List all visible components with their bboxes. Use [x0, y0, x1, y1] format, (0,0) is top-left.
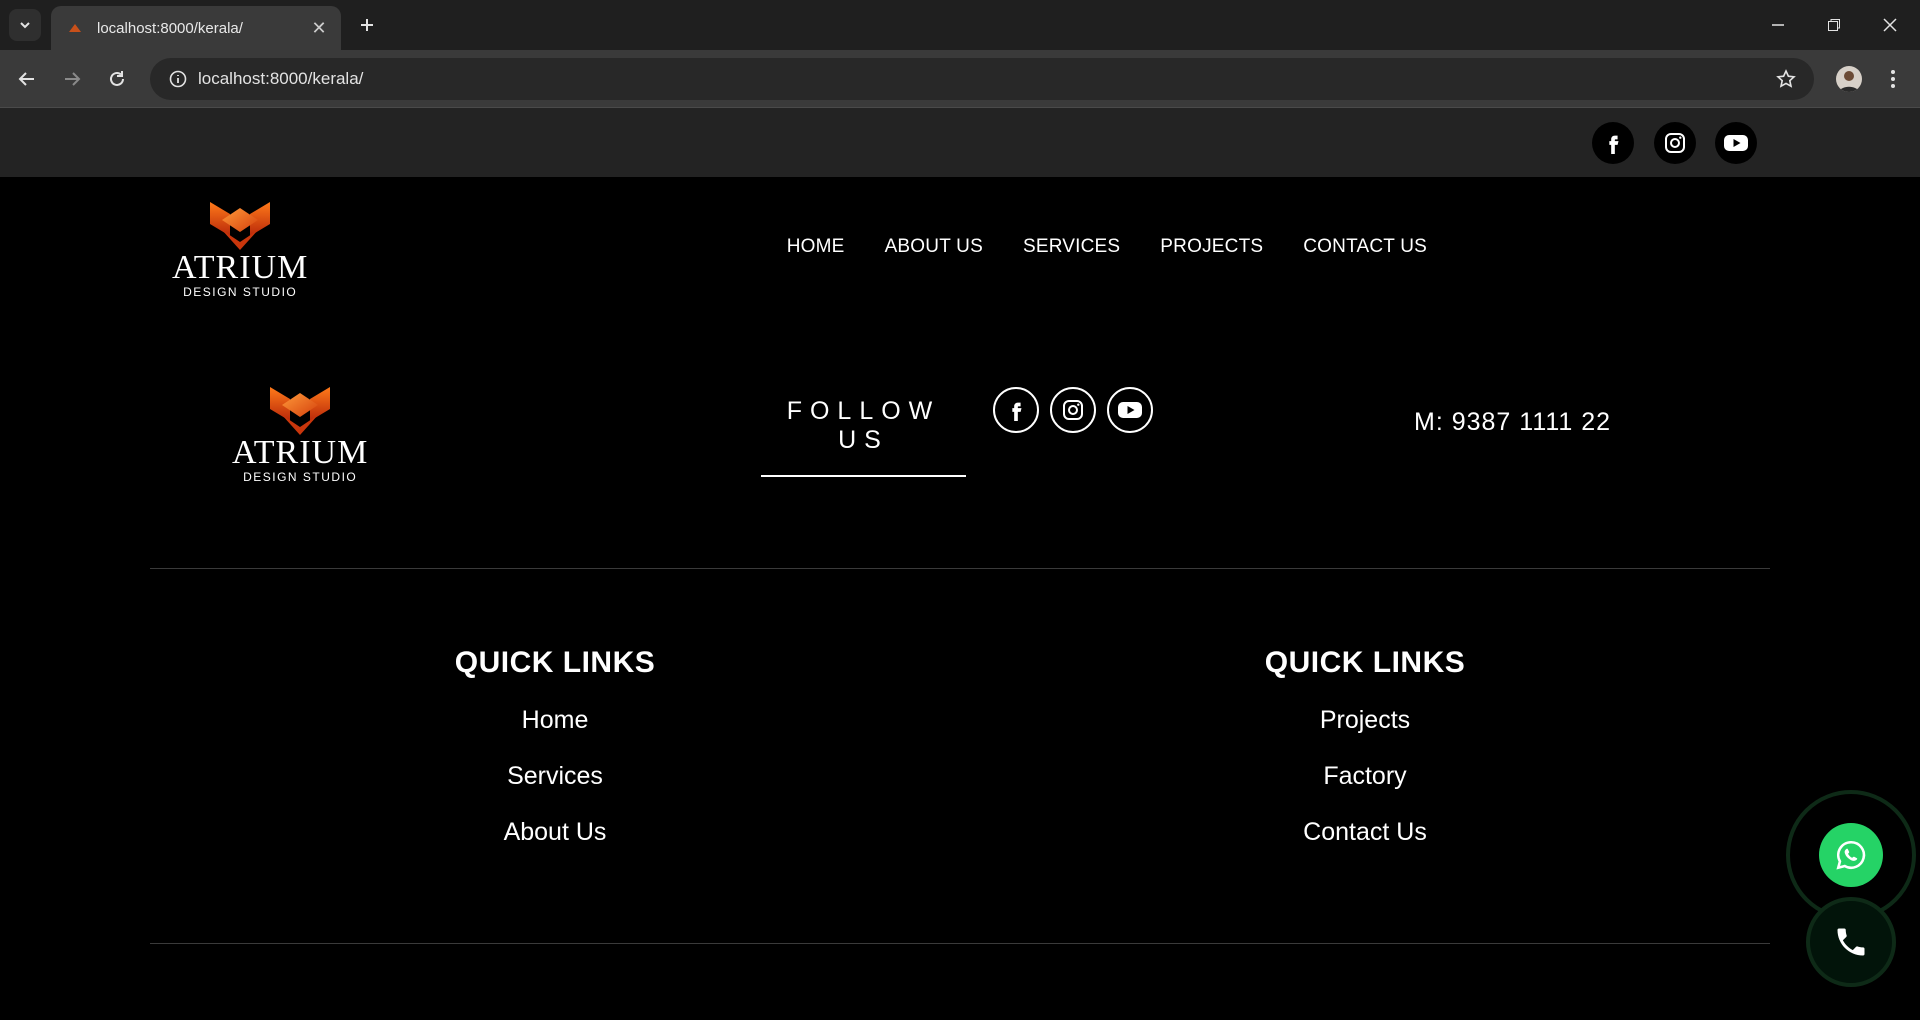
reload-icon [110, 71, 124, 86]
chevron-down-icon [20, 22, 30, 29]
bookmark-star-icon[interactable] [1766, 69, 1806, 89]
divider [150, 943, 1770, 944]
footer-link-projects[interactable]: Projects [1165, 692, 1565, 748]
social-strip [0, 108, 1920, 177]
phone-number: M: 9387 1111 22 [1414, 408, 1612, 436]
restore-icon [1828, 19, 1840, 31]
nav-projects[interactable]: PROJECTS [1160, 236, 1263, 258]
youtube-icon[interactable] [1715, 122, 1757, 164]
nav-services[interactable]: SERVICES [1023, 236, 1120, 258]
header-logo[interactable]: ATRIUM DESIGN STUDIO [172, 200, 308, 299]
divider [150, 568, 1770, 569]
url-text: localhost:8000/kerala/ [198, 69, 364, 88]
browser-menu-icon[interactable] [1880, 66, 1906, 92]
instagram-icon[interactable] [1050, 387, 1096, 433]
atrium-logo-mark-icon [270, 387, 331, 435]
page: ATRIUM DESIGN STUDIO HOME ABOUT US SERVI… [0, 108, 1920, 1020]
footer-link-contact-us[interactable]: Contact Us [1165, 804, 1565, 860]
instagram-icon[interactable] [1654, 122, 1696, 164]
logo-subtitle: DESIGN STUDIO [243, 470, 358, 484]
facebook-icon[interactable] [993, 387, 1039, 433]
address-bar[interactable]: localhost:8000/kerala/ [150, 58, 1814, 100]
favicon-icon [67, 20, 83, 36]
footer-logo[interactable]: ATRIUM DESIGN STUDIO [232, 385, 368, 484]
browser-tab[interactable]: localhost:8000/kerala/ ✕ [51, 6, 341, 50]
nav-home[interactable]: HOME [787, 236, 845, 258]
forward-button[interactable] [55, 62, 89, 96]
close-window-button[interactable] [1862, 0, 1918, 50]
minimize-button[interactable] [1750, 0, 1806, 50]
atrium-logo-mark-icon [210, 202, 271, 250]
quick-links-title: QUICK LINKS [1264, 646, 1466, 679]
back-arrow-icon [18, 72, 34, 86]
browser-toolbar: localhost:8000/kerala/ [0, 50, 1920, 108]
minimize-icon [1772, 24, 1784, 26]
tab-title: localhost:8000/kerala/ [97, 19, 243, 37]
site-info-icon[interactable] [158, 70, 198, 88]
whatsapp-icon [1836, 840, 1866, 870]
forward-arrow-icon [65, 72, 81, 86]
restore-button[interactable] [1806, 0, 1862, 50]
plus-icon [361, 19, 373, 31]
browser-tab-bar: localhost:8000/kerala/ ✕ [0, 0, 1920, 50]
logo-name: ATRIUM [172, 249, 309, 286]
phone-icon [1837, 928, 1865, 956]
nav-contact-us[interactable]: CONTACT US [1303, 236, 1427, 258]
facebook-icon[interactable] [1592, 122, 1634, 164]
reload-button[interactable] [100, 62, 134, 96]
back-button[interactable] [10, 62, 44, 96]
quick-links-title: QUICK LINKS [454, 646, 656, 679]
tab-search-button[interactable] [9, 9, 41, 41]
quick-links-right: QUICK LINKS Projects Factory Contact Us [1165, 646, 1565, 860]
tab-close-icon[interactable]: ✕ [307, 16, 331, 40]
footer-link-home[interactable]: Home [355, 692, 755, 748]
quick-links-left: QUICK LINKS Home Services About Us [355, 646, 755, 860]
follow-us-label: FOLLOW US [761, 397, 966, 477]
close-icon [1883, 18, 1897, 32]
youtube-icon[interactable] [1107, 387, 1153, 433]
call-button[interactable] [1806, 897, 1896, 987]
footer-link-services[interactable]: Services [355, 748, 755, 804]
profile-avatar[interactable] [1836, 66, 1862, 92]
logo-name: ATRIUM [232, 434, 369, 471]
logo-subtitle: DESIGN STUDIO [183, 285, 298, 299]
footer-link-about-us[interactable]: About Us [355, 804, 755, 860]
new-tab-button[interactable] [353, 11, 381, 39]
main-nav: HOME ABOUT US SERVICES PROJECTS CONTACT … [787, 236, 1427, 258]
nav-about-us[interactable]: ABOUT US [885, 236, 983, 258]
footer-link-factory[interactable]: Factory [1165, 748, 1565, 804]
